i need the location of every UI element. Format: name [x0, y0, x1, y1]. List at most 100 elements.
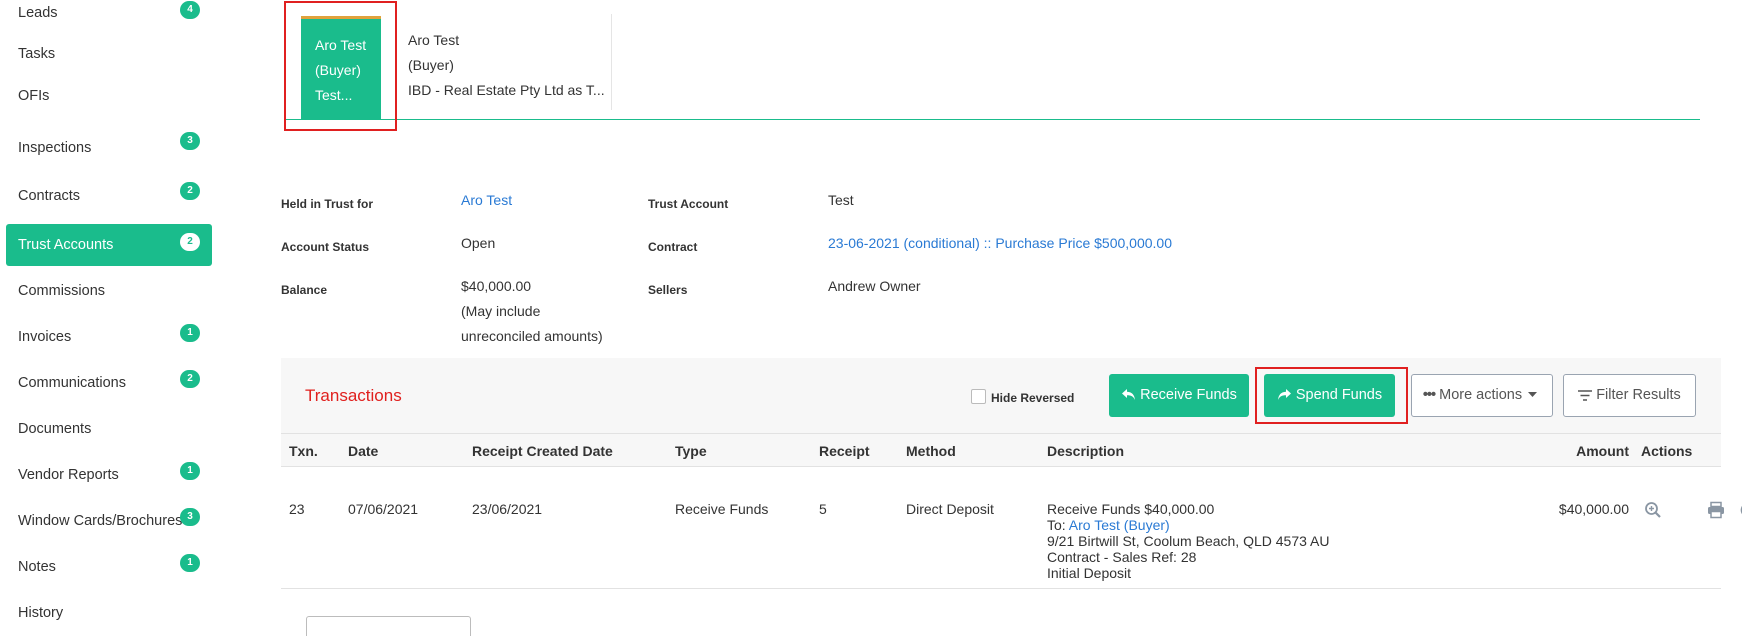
column-header-type: Type — [675, 443, 707, 459]
contract-label: Contract — [648, 240, 698, 254]
balance-note: (May include — [461, 303, 541, 319]
sidebar-item-label: History — [18, 605, 64, 621]
sellers-label: Sellers — [648, 283, 688, 297]
spend-funds-label: Spend Funds — [1295, 387, 1383, 403]
payee-link[interactable]: Aro Test (Buyer) — [1069, 517, 1170, 533]
sellers-value: Andrew Owner — [828, 278, 921, 294]
description-to: To: Aro Test (Buyer) — [1047, 517, 1329, 533]
receive-funds-button[interactable]: Receive Funds — [1109, 374, 1249, 417]
sidebar-item-documents[interactable]: Documents — [6, 408, 212, 450]
description-line: Receive Funds $40,000.00 — [1047, 501, 1215, 517]
trust-account-value: Test — [828, 192, 854, 208]
transactions-title: Transactions — [305, 386, 402, 405]
sidebar-item-tasks[interactable]: Tasks — [6, 33, 212, 75]
contact-agency: IBD - Real Estate Pty Ltd as T... — [408, 82, 605, 98]
sidebar-item-label: Leads — [18, 5, 58, 21]
sidebar-item-notes[interactable]: Notes 1 — [6, 546, 212, 588]
column-header-method: Method — [906, 443, 956, 459]
hide-reversed-label: Hide Reversed — [991, 391, 1075, 405]
column-header-description: Description — [1047, 443, 1125, 459]
contact-tile-role: (Buyer) — [315, 62, 361, 78]
sidebar-item-inspections[interactable]: Inspections 3 — [6, 127, 212, 169]
sidebar-item-label: Inspections — [18, 140, 92, 156]
sidebar-item-leads[interactable]: Leads 4 — [6, 0, 212, 34]
count-badge: 4 — [180, 1, 200, 19]
sidebar-item-window-cards[interactable]: Window Cards/Brochures 3 — [6, 500, 212, 542]
divider — [611, 14, 612, 110]
contact-tile[interactable]: Aro Test (Buyer) Test... — [301, 16, 381, 119]
receive-funds-label: Receive Funds — [1140, 387, 1237, 403]
sidebar-item-label: Commissions — [18, 283, 106, 299]
count-badge: 1 — [180, 462, 200, 480]
column-header-date: Date — [348, 443, 379, 459]
sidebar-item-label: Window Cards/Brochures — [18, 513, 183, 529]
sidebar-item-contracts[interactable]: Contracts 2 — [6, 175, 212, 217]
balance-note: unreconciled amounts) — [461, 328, 603, 344]
caret-down-icon — [1528, 392, 1538, 397]
sidebar-item-label: Communications — [18, 375, 126, 391]
contact-role: (Buyer) — [408, 57, 454, 73]
sidebar-item-invoices[interactable]: Invoices 1 — [6, 316, 212, 358]
balance-value: $40,000.00 — [461, 278, 532, 294]
held-in-trust-label: Held in Trust for — [281, 197, 374, 211]
sidebar-item-trust-accounts[interactable]: Trust Accounts 2 — [6, 224, 212, 266]
sidebar-item-label: Tasks — [18, 46, 56, 62]
sidebar-item-commissions[interactable]: Commissions — [6, 270, 212, 312]
receipt-cell: 5 — [819, 501, 827, 517]
column-header-receipt: Receipt — [819, 443, 870, 459]
sidebar: Leads 4 Tasks OFIs Inspections 3 Contrac… — [0, 0, 215, 627]
contact-info: Aro Test (Buyer) IBD - Real Estate Pty L… — [408, 28, 605, 103]
undo-arrow-icon — [1122, 389, 1136, 400]
contact-tabs: Aro Test (Buyer) Test... Aro Test (Buyer… — [284, 14, 1700, 120]
receipt-created-cell: 23/06/2021 — [472, 501, 543, 517]
type-cell: Receive Funds — [675, 501, 769, 517]
contract-link[interactable]: 23-06-2021 (conditional) :: Purchase Pri… — [828, 231, 1172, 256]
hide-reversed-checkbox[interactable] — [971, 389, 986, 404]
contact-tile-name: Aro Test — [315, 37, 367, 53]
zoom-in-icon[interactable] — [1644, 501, 1662, 519]
ellipsis-icon: ••• — [1422, 387, 1436, 403]
amount-cell: $40,000.00 — [1558, 501, 1629, 517]
method-cell: Direct Deposit — [906, 501, 994, 517]
more-actions-button[interactable]: ••• More actions — [1411, 374, 1553, 417]
count-badge: 1 — [180, 324, 200, 342]
sidebar-item-ofis[interactable]: OFIs — [6, 75, 212, 117]
count-badge: 1 — [180, 554, 200, 572]
filter-icon — [1578, 390, 1593, 401]
more-actions-label: More actions — [1439, 387, 1523, 403]
column-header-txn: Txn. — [289, 443, 318, 459]
balance-label: Balance — [281, 283, 328, 297]
sidebar-item-label: Documents — [18, 421, 92, 437]
transactions-toolbar: Transactions Hide Reversed Receive Funds… — [281, 358, 1721, 438]
count-badge: 2 — [180, 182, 200, 200]
account-status-label: Account Status — [281, 240, 370, 254]
filter-results-label: Filter Results — [1596, 387, 1681, 403]
description-line: Initial Deposit — [1047, 565, 1132, 581]
sidebar-item-label: Vendor Reports — [18, 467, 119, 483]
count-badge: 3 — [180, 508, 200, 526]
spend-funds-button[interactable]: Spend Funds — [1264, 374, 1395, 417]
share-arrow-icon — [1277, 389, 1291, 400]
contact-name: Aro Test — [408, 32, 460, 48]
sidebar-item-label: Contracts — [18, 188, 81, 204]
column-header-amount: Amount — [1576, 443, 1629, 459]
sidebar-item-communications[interactable]: Communications 2 — [6, 362, 212, 404]
date-cell: 07/06/2021 — [348, 501, 419, 517]
held-in-trust-link[interactable]: Aro Test — [461, 188, 512, 213]
account-status-value: Open — [461, 235, 496, 251]
description-line: 9/21 Birtwill St, Coolum Beach, QLD 4573… — [1047, 533, 1330, 549]
pagination-control[interactable] — [306, 616, 471, 636]
count-badge: 2 — [180, 370, 200, 388]
sidebar-item-label: OFIs — [18, 88, 50, 104]
contact-tile-extra: Test... — [315, 87, 353, 103]
count-badge: 2 — [180, 233, 200, 251]
description-line: Contract - Sales Ref: 28 — [1047, 549, 1197, 565]
column-header-actions: Actions — [1641, 443, 1693, 459]
txn-cell: 23 — [289, 501, 305, 517]
filter-results-button[interactable]: Filter Results — [1563, 374, 1696, 417]
column-header-receipt-created: Receipt Created Date — [472, 443, 613, 459]
transactions-table-header: Txn. Date Receipt Created Date Type Rece… — [281, 433, 1721, 467]
sidebar-item-vendor-reports[interactable]: Vendor Reports 1 — [6, 454, 212, 496]
print-icon[interactable] — [1707, 501, 1725, 519]
sidebar-item-history[interactable]: History — [6, 592, 212, 634]
